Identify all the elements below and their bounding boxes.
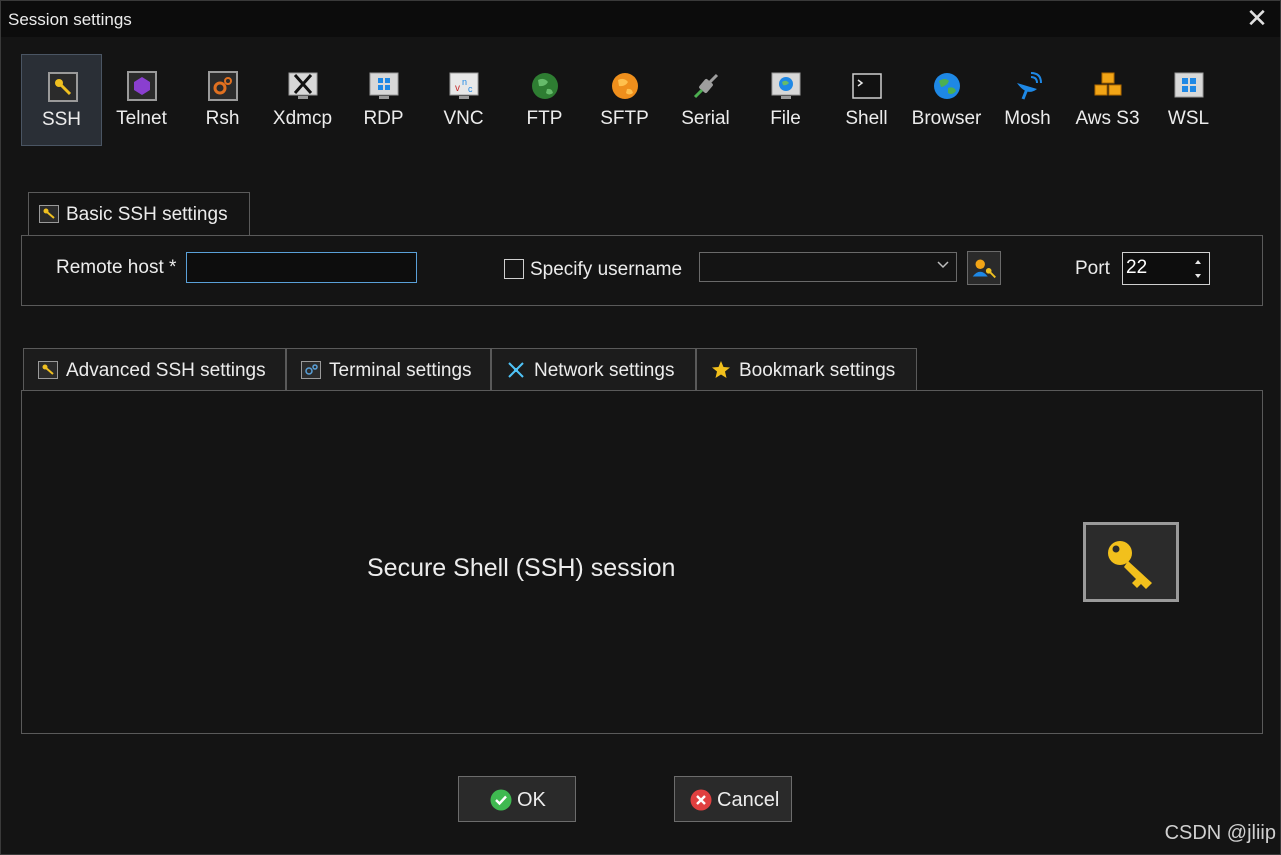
chevron-down-icon [937,261,949,269]
tab-label: Basic SSH settings [66,204,228,225]
session-type-label: RDP [363,108,404,129]
svg-text:v: v [455,83,460,94]
key-icon [48,72,78,102]
session-type-file[interactable]: File [745,54,826,146]
session-type-mosh[interactable]: Mosh [987,54,1068,146]
tab-advanced-ssh-settings[interactable]: Advanced SSH settings [23,348,286,391]
port-value[interactable]: 22 [1126,257,1147,279]
session-type-ftp[interactable]: FTP [504,54,585,146]
rsh-icon [208,71,238,101]
green-globe-icon [532,73,558,99]
file-monitor-icon [771,72,801,99]
session-type-vnc[interactable]: v n c VNC [423,54,504,146]
tab-label: Bookmark settings [739,360,896,381]
session-type-label: Rsh [205,108,240,129]
tab-bookmark-settings[interactable]: Bookmark settings [696,348,917,391]
check-circle-icon [490,789,512,811]
session-type-aws-s3[interactable]: Aws S3 [1067,54,1148,146]
remote-host-label: Remote host * [56,257,177,278]
serial-plug-icon [693,73,719,99]
title-bar: Session settings ✕ [1,1,1280,37]
remote-host-input[interactable] [186,252,417,283]
session-type-label: File [770,108,801,129]
session-type-toolbar: SSH Telnet Rsh Xdmcp RDP v n c VNC FTP S… [21,54,1241,146]
session-type-sftp[interactable]: SFTP [584,54,665,146]
watermark: CSDN @jliip [1164,822,1276,844]
windows-logo-icon [1174,72,1204,98]
username-select[interactable] [699,252,957,282]
tab-label: Terminal settings [329,360,472,381]
cancel-circle-icon [690,789,712,811]
window-title: Session settings [8,10,132,29]
session-type-wsl[interactable]: WSL [1148,54,1229,146]
network-icon [508,362,524,378]
user-manager-button[interactable] [967,251,1001,285]
tab-basic-ssh-settings[interactable]: Basic SSH settings [28,192,250,235]
key-icon [1108,541,1152,589]
key-icon [38,361,58,379]
cancel-button[interactable]: Cancel [674,776,792,822]
session-settings-window: Session settings ✕ SSH Telnet Rsh Xdmcp … [0,0,1281,855]
close-icon[interactable]: ✕ [1244,5,1270,33]
windows-monitor-icon [369,72,399,99]
ok-button-label: OK [517,789,546,811]
user-key-icon [972,259,996,279]
tab-label: Network settings [534,360,675,381]
session-type-ssh[interactable]: SSH [21,54,102,146]
session-type-label: Mosh [1004,108,1051,129]
session-type-xdmcp[interactable]: Xdmcp [262,54,343,146]
tab-terminal-settings[interactable]: Terminal settings [286,348,491,391]
terminal-icon [852,73,882,99]
tab-network-settings[interactable]: Network settings [491,348,696,391]
session-type-label: FTP [526,108,563,129]
session-type-rsh[interactable]: Rsh [182,54,263,146]
spin-up-icon[interactable] [1192,257,1204,267]
svg-text:n: n [462,77,467,87]
svg-text:c: c [468,84,473,94]
session-type-browser[interactable]: Browser [906,54,987,146]
specify-username-label[interactable]: Specify username [530,259,682,281]
session-description: Secure Shell (SSH) session [367,554,676,582]
port-label: Port [1075,258,1110,279]
telnet-icon [127,71,157,101]
session-type-label: Aws S3 [1075,108,1140,129]
vnc-monitor-icon: v n c [449,72,479,99]
session-type-label: Serial [681,108,730,129]
browser-globe-icon [934,73,960,99]
session-type-label: VNC [443,108,484,129]
ok-button[interactable]: OK [458,776,576,822]
star-icon [712,361,730,378]
session-type-label: SSH [41,109,82,130]
session-type-label: Telnet [116,108,167,129]
port-stepper[interactable]: 22 [1122,252,1210,285]
satellite-dish-icon [1017,72,1042,100]
tab-label: Advanced SSH settings [66,360,266,381]
session-type-label: SFTP [600,108,649,129]
session-type-label: Shell [845,108,888,129]
aws-cubes-icon [1094,72,1122,96]
session-type-shell[interactable]: Shell [826,54,907,146]
specify-username-checkbox[interactable] [504,259,524,279]
cancel-button-label: Cancel [717,789,780,811]
session-type-label: Xdmcp [272,108,333,129]
session-type-serial[interactable]: Serial [665,54,746,146]
x-display-icon [288,72,318,99]
ssh-key-badge [1083,522,1179,602]
spin-down-icon[interactable] [1192,271,1204,281]
session-type-telnet[interactable]: Telnet [101,54,182,146]
session-type-label: WSL [1167,108,1210,129]
orange-globe-icon [612,73,638,99]
session-type-label: Browser [911,108,982,129]
terminal-settings-icon [301,361,321,379]
key-icon [39,205,59,223]
session-type-rdp[interactable]: RDP [343,54,424,146]
